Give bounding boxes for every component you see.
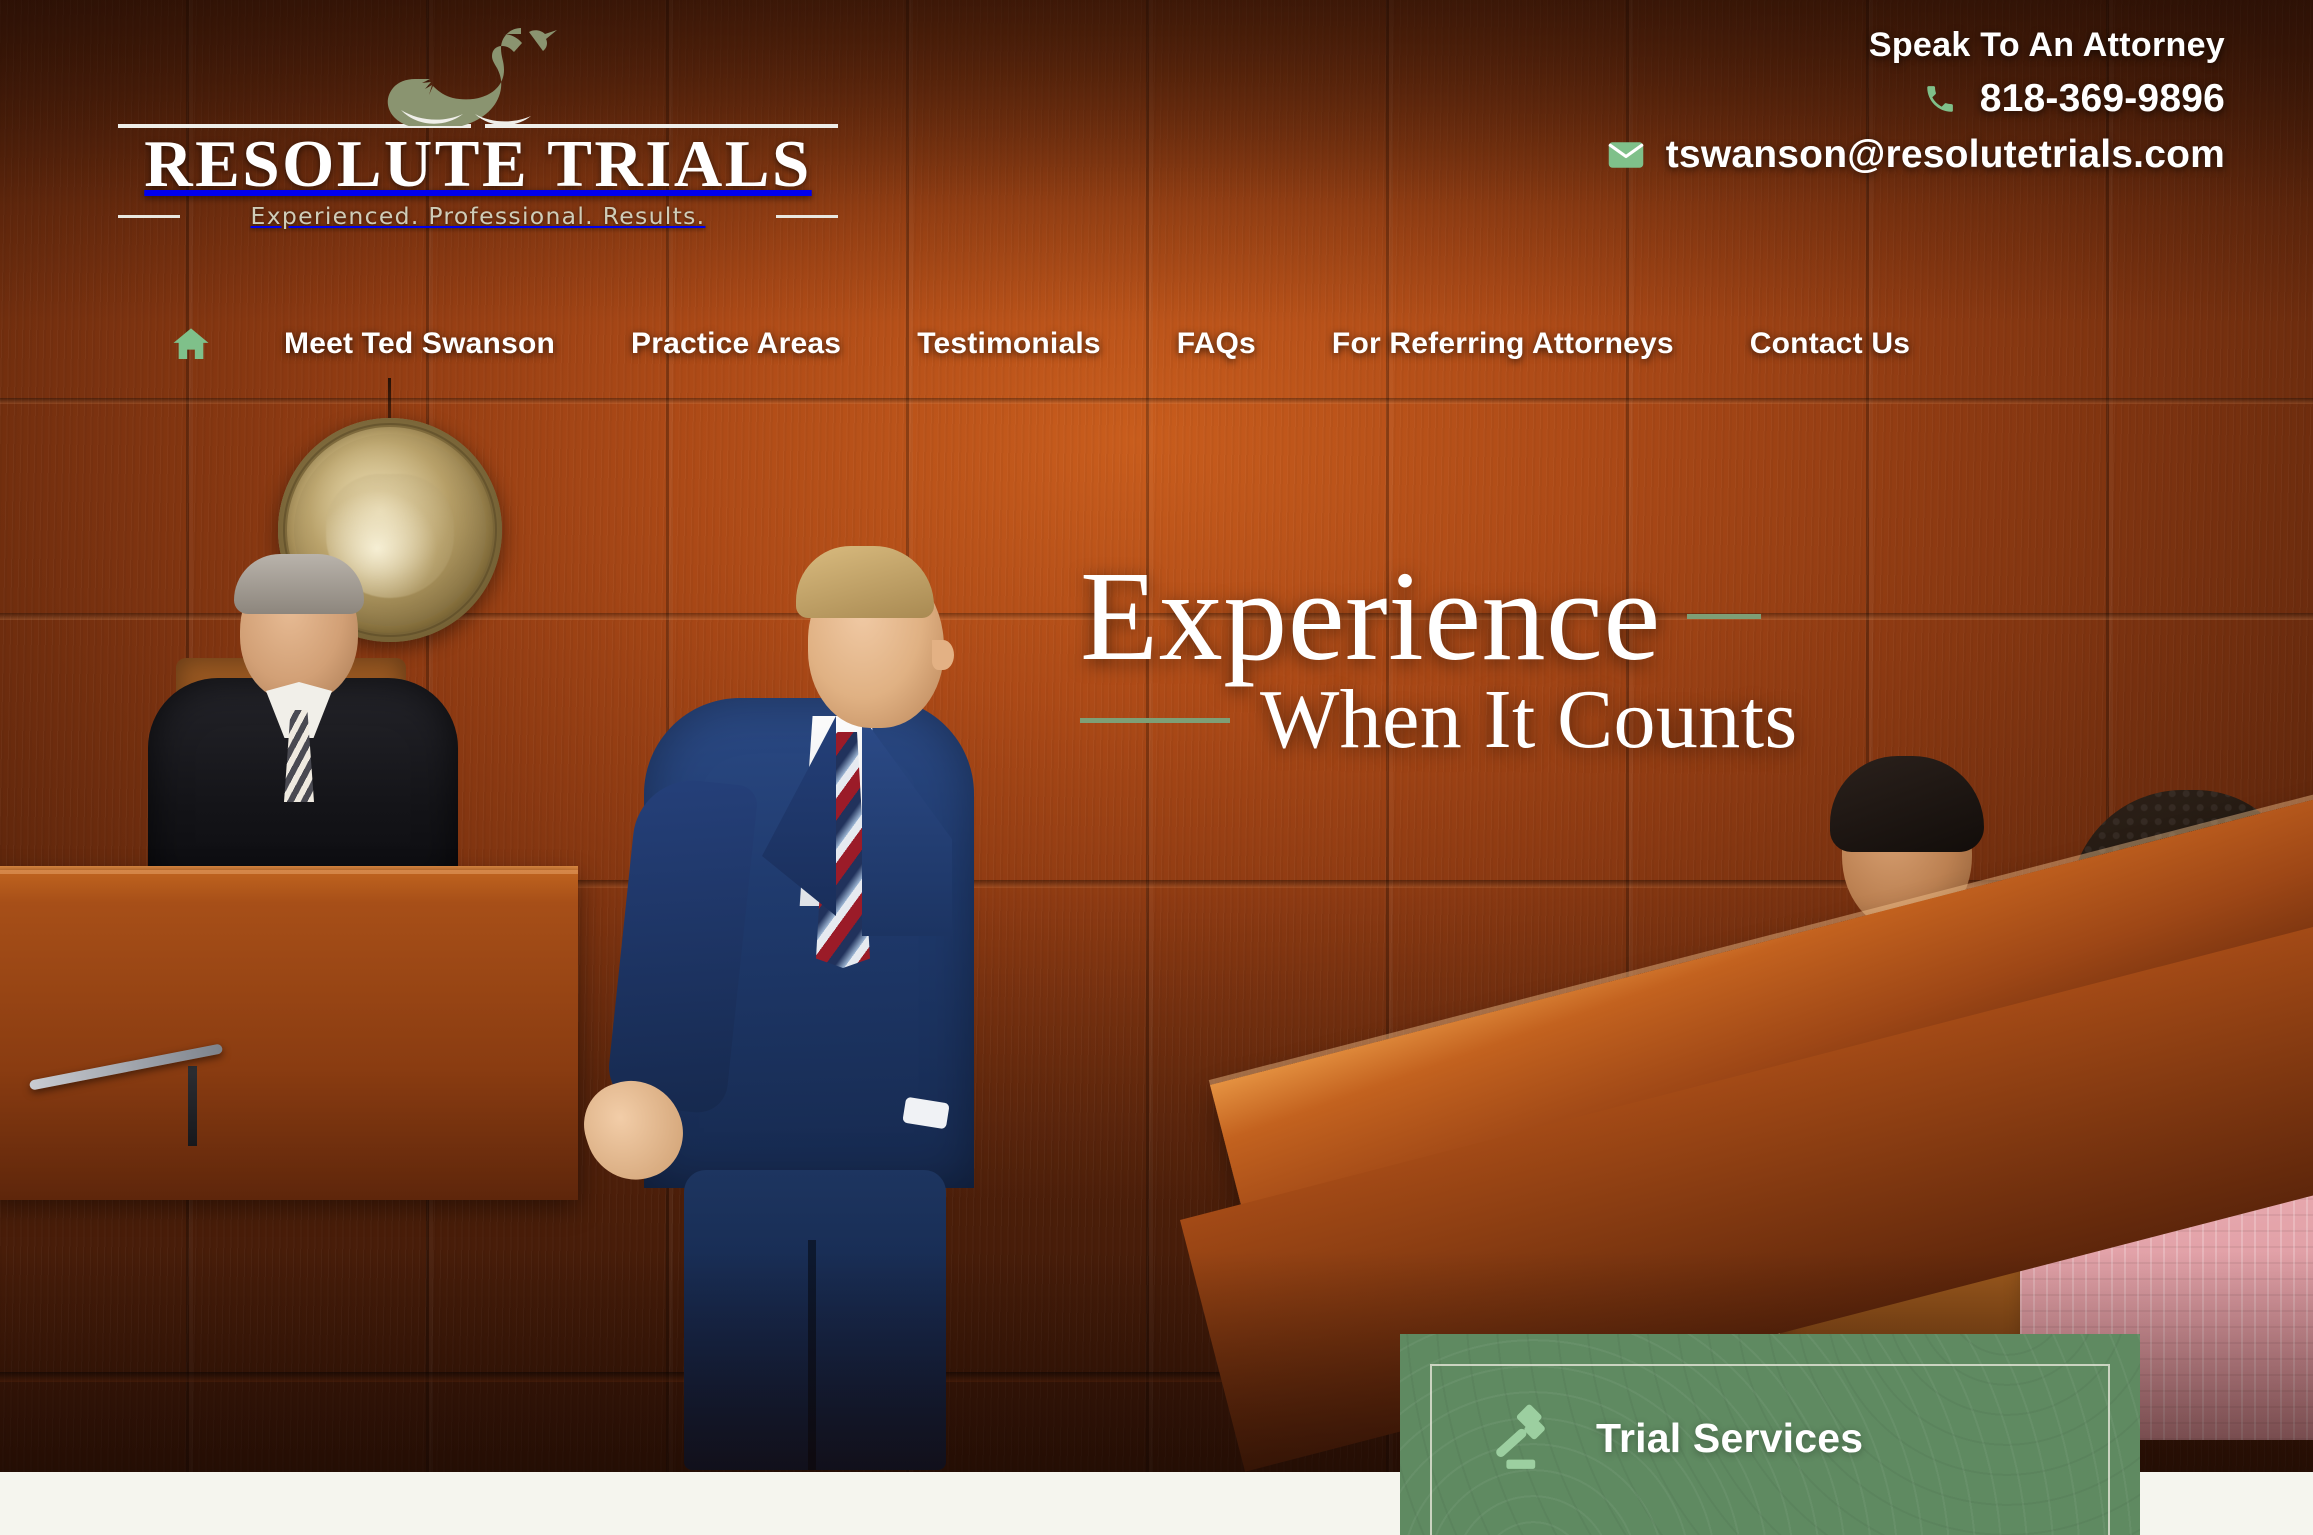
phone-row: 818-369-9896 xyxy=(1920,77,2225,121)
contact-block: Speak To An Attorney 818-369-9896 tswans… xyxy=(1606,26,2225,177)
phone-link[interactable]: 818-369-9896 xyxy=(1980,77,2225,121)
wall-band xyxy=(0,398,2313,404)
page-root: RESOLUTE TRIALS Experienced. Professiona… xyxy=(0,0,2313,1535)
brand-tagline-row: Experienced. Professional. Results. xyxy=(118,202,838,230)
attorney-figure xyxy=(572,540,1120,1470)
card-label: Trial Services xyxy=(1596,1414,1864,1461)
nav-item-practice-areas[interactable]: Practice Areas xyxy=(593,321,879,367)
attorney-nose xyxy=(932,640,954,670)
headline-line-2: When It Counts xyxy=(1080,673,1920,766)
tagline-rule-left xyxy=(118,214,180,218)
judge-figure xyxy=(148,554,458,893)
home-icon xyxy=(173,328,209,359)
juror-male-hair xyxy=(1830,756,1984,852)
email-row: tswanson@resolutetrials.com xyxy=(1606,133,2225,177)
trial-services-card[interactable]: Trial Services xyxy=(1400,1334,2140,1535)
nav-item-meet-ted-swanson[interactable]: Meet Ted Swanson xyxy=(246,321,593,367)
headline-text-secondary: When It Counts xyxy=(1260,673,1798,766)
headline-dash-left xyxy=(1080,717,1230,723)
nav-item-for-referring-attorneys[interactable]: For Referring Attorneys xyxy=(1294,321,1712,367)
swan-icon xyxy=(387,28,557,126)
hero-headline: Experience When It Counts xyxy=(1080,552,1920,764)
brand-tagline: Experienced. Professional. Results. xyxy=(250,202,706,231)
gavel-icon xyxy=(1496,1404,1545,1469)
nav-item-testimonials[interactable]: Testimonials xyxy=(879,321,1139,367)
judge-bench xyxy=(0,870,578,1200)
nav-item-faqs[interactable]: FAQs xyxy=(1139,321,1294,367)
site-logo[interactable]: RESOLUTE TRIALS Experienced. Professiona… xyxy=(118,14,838,230)
email-link[interactable]: tswanson@resolutetrials.com xyxy=(1666,133,2225,177)
phone-icon xyxy=(1920,79,1960,119)
headline-dash-right xyxy=(1686,613,1761,619)
envelope-icon xyxy=(1606,135,1646,175)
nav-item-contact-us[interactable]: Contact Us xyxy=(1712,321,1948,367)
microphone-stem xyxy=(188,1066,197,1146)
card-content: Trial Services xyxy=(1486,1402,1863,1474)
headline-line-1: Experience xyxy=(1080,552,1920,680)
attorney-leg-seam xyxy=(808,1240,816,1470)
attorney-hair xyxy=(796,546,934,618)
main-navigation: Meet Ted Swanson Practice Areas Testimon… xyxy=(170,318,1948,370)
judge-hair xyxy=(234,554,364,614)
sidebar-item-home[interactable] xyxy=(170,318,246,370)
swan-logo-mark xyxy=(118,14,838,126)
headline-text-primary: Experience xyxy=(1080,545,1661,687)
contact-lead-text: Speak To An Attorney xyxy=(1868,26,2225,64)
brand-name: RESOLUTE TRIALS xyxy=(144,127,812,201)
tagline-rule-right xyxy=(776,214,838,218)
